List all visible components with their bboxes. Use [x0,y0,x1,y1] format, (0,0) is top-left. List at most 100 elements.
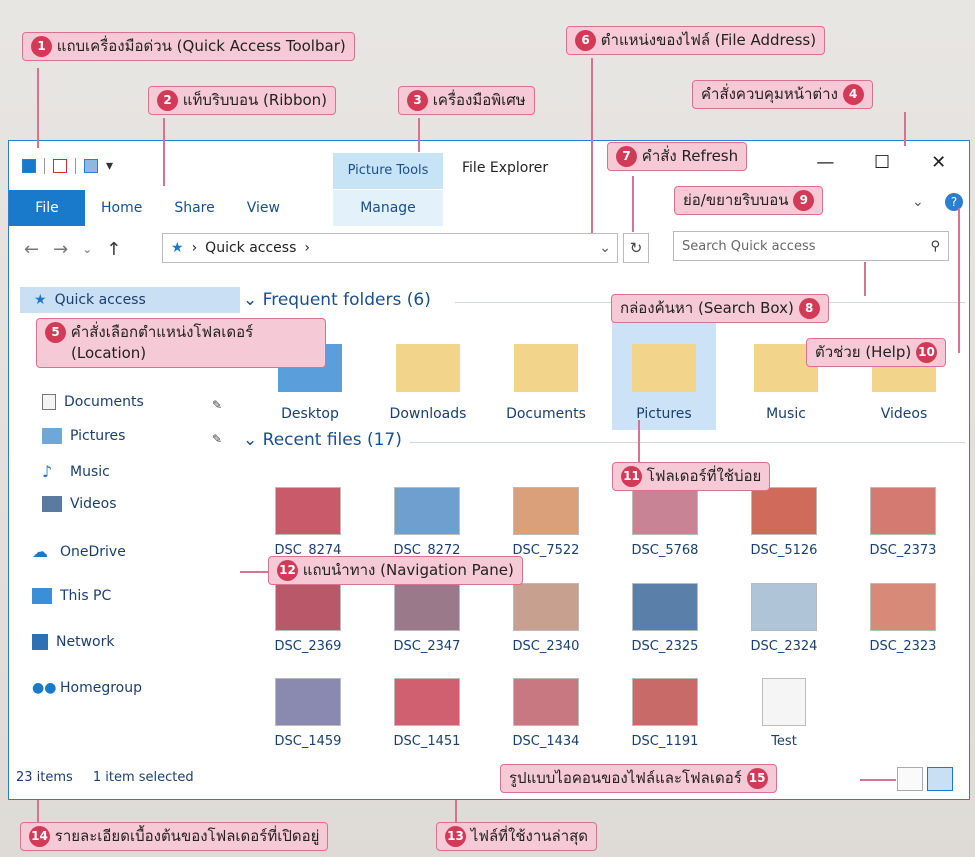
status-bar: 23 items 1 item selected [16,770,194,785]
file-label: DSC_1434 [512,734,580,749]
file-item[interactable]: DSC_7522 [503,487,589,558]
close-button[interactable]: ✕ [910,146,967,180]
callout-14: 14 รายละเอียดเบื้องต้นของโฟลเดอร์ที่เปิด… [20,822,329,851]
callout-leader [638,420,640,464]
tab-file[interactable]: File [9,190,85,226]
minimize-button[interactable]: — [797,146,854,180]
text-document-icon [762,678,806,726]
picture-tools-group: Picture Tools [333,153,443,189]
customize-dropdown-icon[interactable]: ▾ [106,158,113,174]
ribbon-toggle-icon[interactable]: ⌄ [912,194,924,210]
file-item[interactable]: DSC_8272 [384,487,470,558]
file-item[interactable]: DSC_2325 [622,583,708,654]
callout-7: 7 คำสั่ง Refresh [607,142,748,171]
callout-leader [904,112,906,146]
file-item[interactable]: Test [741,678,827,749]
tab-home[interactable]: Home [85,190,158,226]
new-folder-icon[interactable] [84,159,98,173]
file-label: DSC_1459 [274,734,342,749]
tab-share[interactable]: Share [158,190,230,226]
sidebar-item-pictures[interactable]: Pictures [42,428,125,444]
file-label: DSC_2369 [274,639,342,654]
folder-label: Desktop [281,406,339,422]
view-toggle [897,767,953,791]
navigation-buttons: ← → ⌄ ↑ [16,234,158,264]
refresh-button[interactable]: ↻ [623,233,649,263]
photo-thumbnail [394,487,460,535]
pin-icon[interactable]: ✎ [212,432,222,446]
file-item[interactable]: DSC_5126 [741,487,827,558]
save-icon[interactable] [22,159,36,173]
this-pc-icon [32,588,52,604]
callout-4: คำสั่งควบคุมหน้าต่าง 4 [692,80,873,109]
up-button[interactable]: ↑ [106,239,121,260]
sidebar-item-homegroup[interactable]: ●● Homegroup [32,680,142,696]
forward-button[interactable]: → [53,239,68,260]
sidebar-item-videos[interactable]: Videos [42,496,117,512]
file-item[interactable]: DSC_1191 [622,678,708,749]
sidebar-item-quick-access[interactable]: ★ Quick access [20,287,240,313]
file-item[interactable]: DSC_2373 [860,487,946,558]
callout-leader [37,68,39,148]
pin-icon[interactable]: ✎ [212,398,222,412]
photo-thumbnail [513,678,579,726]
folder-downloads[interactable]: Downloads [376,300,480,430]
sidebar-item-documents[interactable]: Documents [42,394,144,410]
file-item[interactable]: DSC_2323 [860,583,946,654]
pictures-icon [632,344,696,392]
search-icon: ⚲ [930,238,940,254]
callout-12: 12 แถบนำทาง (Navigation Pane) [268,556,523,585]
callout-leader [455,800,457,822]
file-item[interactable]: DSC_5768 [622,487,708,558]
sidebar-item-label: OneDrive [60,543,126,560]
file-item[interactable]: DSC_1434 [503,678,589,749]
details-view-icon[interactable] [897,767,923,791]
maximize-button[interactable]: ☐ [854,146,911,180]
sidebar-item-network[interactable]: Network [32,634,114,650]
file-item[interactable]: DSC_8274 [265,487,351,558]
sidebar-item-label: Quick access [54,292,146,308]
recent-files-heading[interactable]: ⌄ Recent files (17) [243,430,402,450]
section-divider [410,442,965,443]
file-item[interactable]: DSC_2369 [265,583,351,654]
address-path[interactable]: Quick access [205,240,296,256]
sidebar-item-onedrive[interactable]: ☁ OneDrive [32,542,126,561]
sidebar-item-music[interactable]: ♪ Music [42,462,110,481]
search-input[interactable]: Search Quick access ⚲ [673,231,949,261]
callout-leader [958,208,960,353]
file-label: DSC_2325 [631,639,699,654]
callout-6: 6 ตำแหน่งของไฟล์ (File Address) [566,26,826,55]
help-icon[interactable]: ? [945,193,963,211]
folder-documents[interactable]: Documents [494,300,598,430]
photo-thumbnail [632,487,698,535]
chevron-down-icon[interactable]: ⌄ [599,240,611,256]
properties-icon[interactable] [53,159,67,173]
back-button[interactable]: ← [24,239,39,260]
chevron-down-icon: ⌄ [243,430,263,450]
star-icon: ★ [34,292,47,308]
recent-locations-button[interactable]: ⌄ [82,242,92,256]
file-item[interactable]: DSC_2347 [384,583,470,654]
onedrive-icon: ☁ [32,542,48,561]
photo-thumbnail [394,678,460,726]
callout-leader [163,118,165,186]
large-icons-view-icon[interactable] [927,767,953,791]
file-item[interactable]: DSC_2340 [503,583,589,654]
recent-files-label: Recent files (17) [262,430,402,450]
homegroup-icon: ●● [32,680,57,696]
sidebar-item-this-pc[interactable]: This PC [32,588,111,604]
callout-leader [864,262,866,296]
tab-view[interactable]: View [231,190,296,226]
file-item[interactable]: DSC_2324 [741,583,827,654]
file-label: DSC_2323 [869,639,937,654]
photo-thumbnail [275,583,341,631]
search-placeholder: Search Quick access [682,238,816,254]
tab-manage[interactable]: Manage [333,190,443,226]
address-bar[interactable]: ★ › Quick access › ⌄ [162,233,618,263]
file-label: DSC_5126 [750,543,818,558]
photo-thumbnail [513,583,579,631]
file-item[interactable]: DSC_1451 [384,678,470,749]
callout-leader [418,118,420,152]
window-controls: — ☐ ✕ [797,146,967,180]
file-item[interactable]: DSC_1459 [265,678,351,749]
